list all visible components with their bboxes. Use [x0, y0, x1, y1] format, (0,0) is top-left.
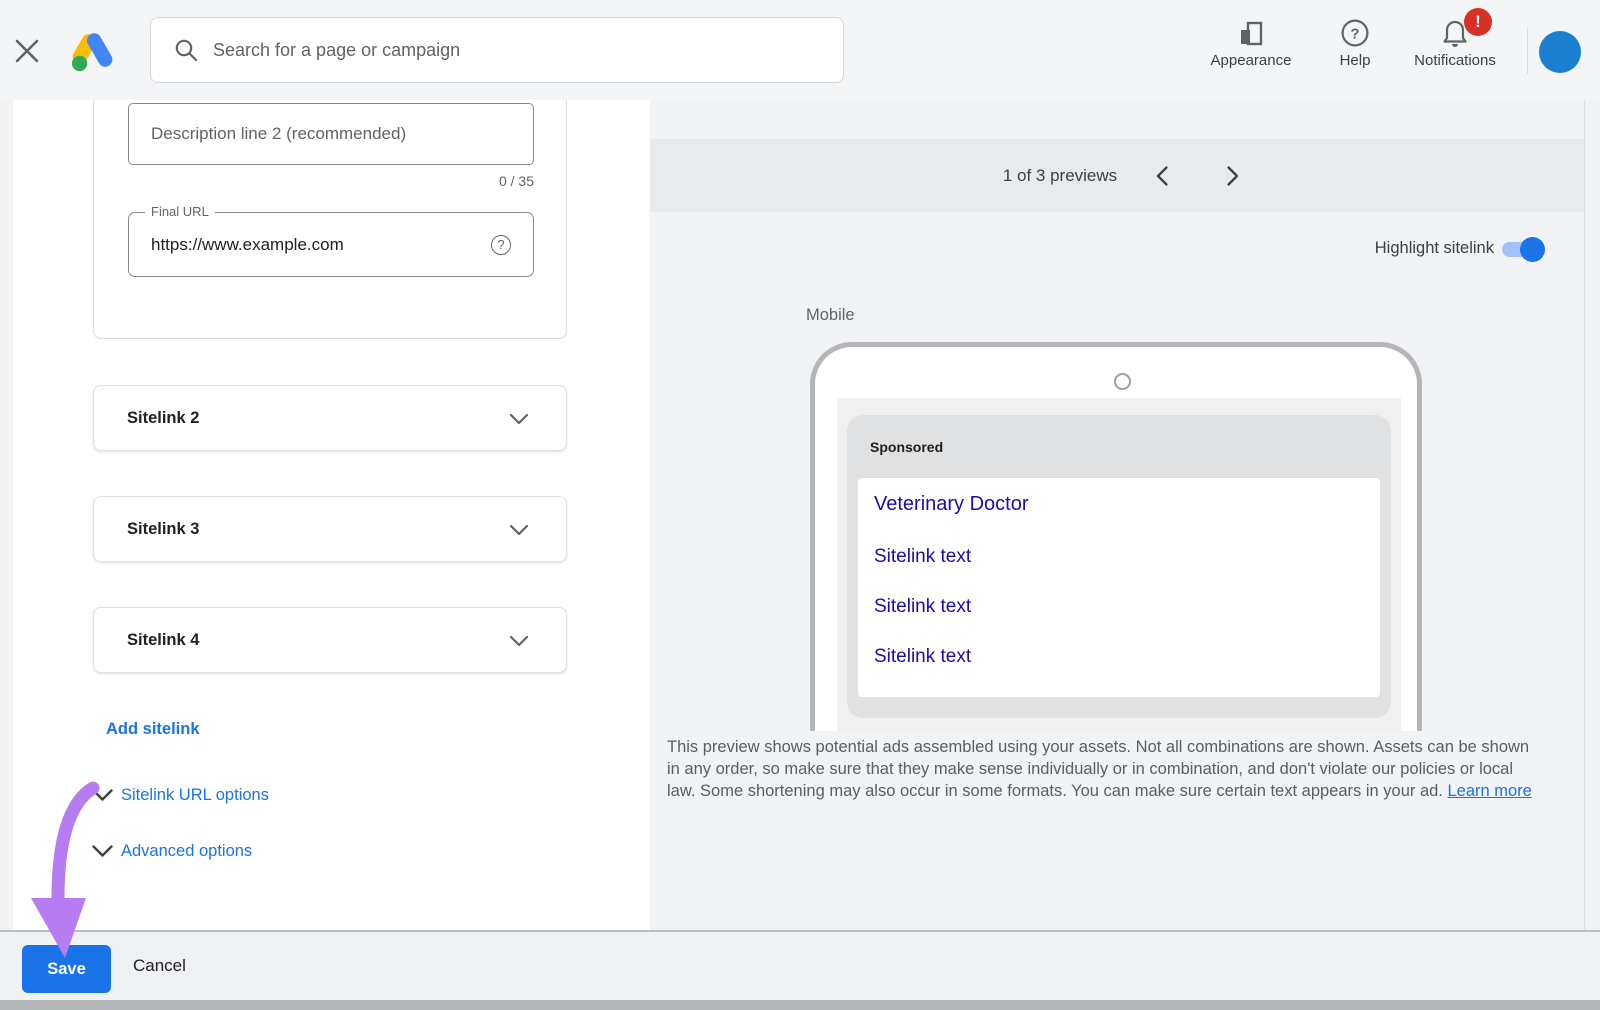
sitelink-2-label: Sitelink 2: [127, 386, 199, 450]
top-bar: Appearance ? Help ! Notifications: [0, 0, 1600, 100]
search-icon: [173, 37, 199, 63]
window-bottom-edge: [0, 1000, 1600, 1010]
notification-badge: !: [1464, 8, 1492, 36]
sitelink-editor-panel: 0 / 35 Final URL https://www.example.com…: [13, 100, 650, 930]
final-url-field[interactable]: Final URL https://www.example.com ?: [128, 212, 534, 277]
toggle-knob: [1520, 237, 1545, 262]
character-counter: 0 / 35: [128, 173, 534, 189]
action-bar: Save Cancel: [0, 930, 1600, 1000]
device-label: Mobile: [806, 306, 855, 325]
sitelink-3-section[interactable]: Sitelink 3: [93, 496, 567, 562]
highlight-sitelink-toggle[interactable]: [1502, 242, 1542, 257]
sitelink-4-section[interactable]: Sitelink 4: [93, 607, 567, 673]
ad-headline-link[interactable]: Veterinary Doctor: [874, 493, 1029, 516]
ad-preview-card: Veterinary Doctor Sitelink text Sitelink…: [858, 478, 1380, 697]
preview-pager-text: 1 of 3 previews: [980, 139, 1140, 212]
mobile-preview: Sponsored Veterinary Doctor Sitelink tex…: [810, 340, 1428, 731]
svg-text:?: ?: [1350, 26, 1359, 43]
ad-sitelink-link[interactable]: Sitelink text: [874, 596, 971, 618]
sponsored-result-card: Sponsored Veterinary Doctor Sitelink tex…: [847, 415, 1391, 718]
sitelink-1-card: 0 / 35 Final URL https://www.example.com…: [93, 100, 567, 339]
cancel-button[interactable]: Cancel: [133, 932, 186, 1000]
chevron-down-icon: [92, 789, 113, 801]
search-bar[interactable]: [150, 17, 844, 83]
chevron-down-icon: [92, 845, 113, 857]
advanced-options-toggle[interactable]: Advanced options: [92, 839, 252, 863]
sitelink-3-label: Sitelink 3: [127, 497, 199, 561]
help-button[interactable]: ? Help: [1315, 14, 1395, 86]
search-input[interactable]: [213, 40, 793, 61]
preview-pager-bar: 1 of 3 previews: [650, 139, 1584, 212]
ad-sitelink-link[interactable]: Sitelink text: [874, 546, 971, 568]
next-preview-icon[interactable]: [1219, 163, 1245, 189]
chevron-down-icon: [510, 636, 528, 646]
sponsored-tag: Sponsored: [870, 439, 943, 455]
google-ads-logo-icon: [70, 27, 116, 73]
disclaimer-text: This preview shows potential ads assembl…: [667, 738, 1529, 800]
chevron-down-icon: [510, 525, 528, 535]
header-divider: [1527, 28, 1528, 74]
help-label: Help: [1315, 52, 1395, 69]
sitelink-4-label: Sitelink 4: [127, 608, 199, 672]
save-button[interactable]: Save: [22, 945, 111, 993]
sitelink-2-section[interactable]: Sitelink 2: [93, 385, 567, 451]
appearance-label: Appearance: [1203, 52, 1299, 69]
ad-sitelink-link[interactable]: Sitelink text: [874, 646, 971, 668]
learn-more-link[interactable]: Learn more: [1447, 782, 1531, 800]
bell-icon: [1396, 14, 1514, 48]
appearance-icon: [1203, 14, 1299, 48]
final-url-value[interactable]: https://www.example.com: [151, 213, 344, 276]
final-url-help-icon[interactable]: ?: [491, 235, 511, 255]
sitelink-url-options-label: Sitelink URL options: [121, 786, 269, 805]
account-avatar[interactable]: [1539, 31, 1581, 73]
appearance-button[interactable]: Appearance: [1203, 14, 1299, 86]
panel-edge-divider: [1584, 100, 1585, 930]
phone-camera-icon: [1114, 373, 1131, 390]
sitelink-url-options-toggle[interactable]: Sitelink URL options: [92, 783, 269, 807]
chevron-down-icon: [510, 414, 528, 424]
help-icon: ?: [1315, 14, 1395, 48]
previous-preview-icon[interactable]: [1150, 163, 1176, 189]
notifications-button[interactable]: ! Notifications: [1396, 14, 1514, 86]
notifications-label: Notifications: [1396, 52, 1514, 69]
advanced-options-label: Advanced options: [121, 842, 252, 861]
close-icon[interactable]: [12, 36, 42, 66]
add-sitelink-link[interactable]: Add sitelink: [106, 720, 200, 739]
description-line-2-input[interactable]: [128, 103, 534, 165]
preview-disclaimer: This preview shows potential ads assembl…: [667, 737, 1545, 802]
highlight-sitelink-label: Highlight sitelink: [1350, 239, 1494, 258]
